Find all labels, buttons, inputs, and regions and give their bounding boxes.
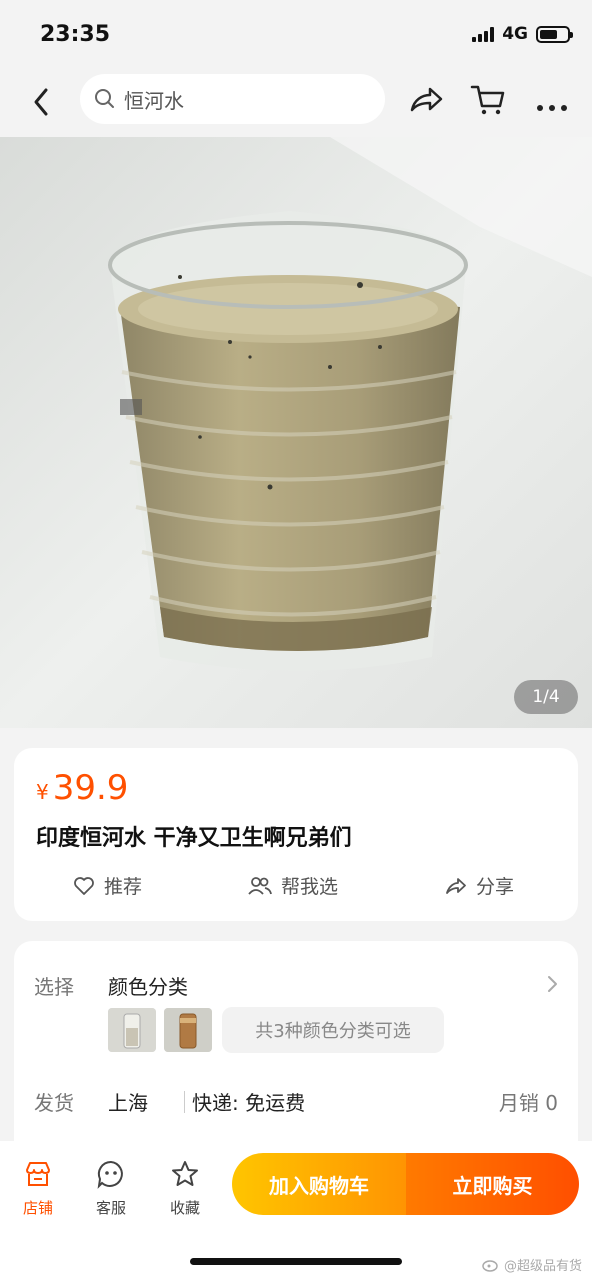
bottom-action-bar: 店铺 客服 收藏 加入购物车 立即购买 @超级品有货: [0, 1141, 592, 1280]
home-indicator: [190, 1258, 402, 1265]
signal-icon: [472, 26, 495, 42]
star-icon: [172, 1161, 198, 1186]
variants-count-chip[interactable]: 共3种颜色分类可选: [222, 1007, 444, 1053]
more-icon: [537, 105, 567, 111]
shipping-label: 发货: [34, 1091, 74, 1115]
chat-face-icon: [97, 1160, 123, 1189]
share-icon: [410, 87, 443, 112]
recommend-button[interactable]: 推荐: [72, 872, 142, 899]
price-card: ¥ 39.9 印度恒河水 干净又卫生啊兄弟们 推荐 帮我选 分享: [14, 748, 578, 921]
people-icon: [248, 876, 272, 895]
product-title: 印度恒河水 干净又卫生啊兄弟们: [36, 826, 352, 851]
select-label: 选择: [34, 975, 74, 999]
add-to-cart-button[interactable]: 加入购物车: [232, 1153, 406, 1215]
delivery-info: 快递: 免运费: [192, 1091, 306, 1115]
share-button[interactable]: [406, 80, 446, 120]
heart-icon: [74, 876, 94, 895]
service-label: 客服: [95, 1199, 126, 1217]
share-icon: [446, 877, 466, 894]
variant-thumbnail-brown[interactable]: [164, 1008, 212, 1052]
cart-button[interactable]: [468, 80, 508, 120]
price: ¥ 39.9: [36, 768, 128, 808]
variant-selector[interactable]: 颜色分类: [108, 971, 188, 1000]
product-photo: [0, 137, 592, 728]
more-button[interactable]: [532, 80, 572, 120]
chevron-left-icon: [34, 88, 48, 116]
store-tab[interactable]: 店铺: [8, 1159, 68, 1218]
status-time: 23:35: [40, 22, 111, 47]
customer-service-tab[interactable]: 客服: [81, 1159, 141, 1218]
watermark-text: @超级品有货: [503, 1259, 582, 1274]
product-image-gallery[interactable]: 1/4: [0, 137, 592, 728]
back-button[interactable]: [22, 82, 62, 122]
help-choose-label: 帮我选: [281, 876, 339, 898]
product-actions: 推荐 帮我选 分享: [14, 872, 578, 902]
status-indicators: 4G: [472, 24, 573, 44]
monthly-sales: 月销 0: [498, 1091, 558, 1115]
search-icon: [95, 89, 114, 108]
chevron-right-icon[interactable]: [546, 973, 560, 995]
favorite-tab[interactable]: 收藏: [155, 1159, 215, 1218]
share-label: 分享: [476, 876, 515, 898]
image-page-indicator: 1/4: [514, 680, 578, 714]
store-label: 店铺: [22, 1199, 53, 1217]
weibo-icon: [482, 1259, 498, 1272]
spec-card: 选择 颜色分类 共3种颜色分类可选 发货 上海 快递: 免运费 月销 0: [14, 941, 578, 1141]
nav-bar: 恒河水: [0, 72, 592, 136]
help-choose-button[interactable]: 帮我选: [247, 872, 338, 899]
watermark: @超级品有货: [482, 1255, 582, 1274]
recommend-label: 推荐: [104, 876, 143, 898]
price-value: 39.9: [52, 768, 129, 808]
status-bar: 23:35 4G: [0, 0, 592, 72]
favorite-label: 收藏: [169, 1199, 200, 1217]
search-query: 恒河水: [124, 88, 184, 113]
store-icon: [26, 1162, 50, 1186]
divider: [184, 1091, 185, 1113]
cart-icon: [470, 85, 505, 115]
search-input[interactable]: 恒河水: [80, 74, 385, 124]
buy-now-button[interactable]: 立即购买: [406, 1153, 579, 1215]
variant-thumbnail-clear[interactable]: [108, 1008, 156, 1052]
network-label: 4G: [502, 24, 528, 44]
ship-from: 上海: [108, 1091, 148, 1115]
share-action-button[interactable]: 分享: [444, 872, 514, 899]
currency-symbol: ¥: [36, 780, 49, 804]
battery-icon: [536, 25, 573, 43]
